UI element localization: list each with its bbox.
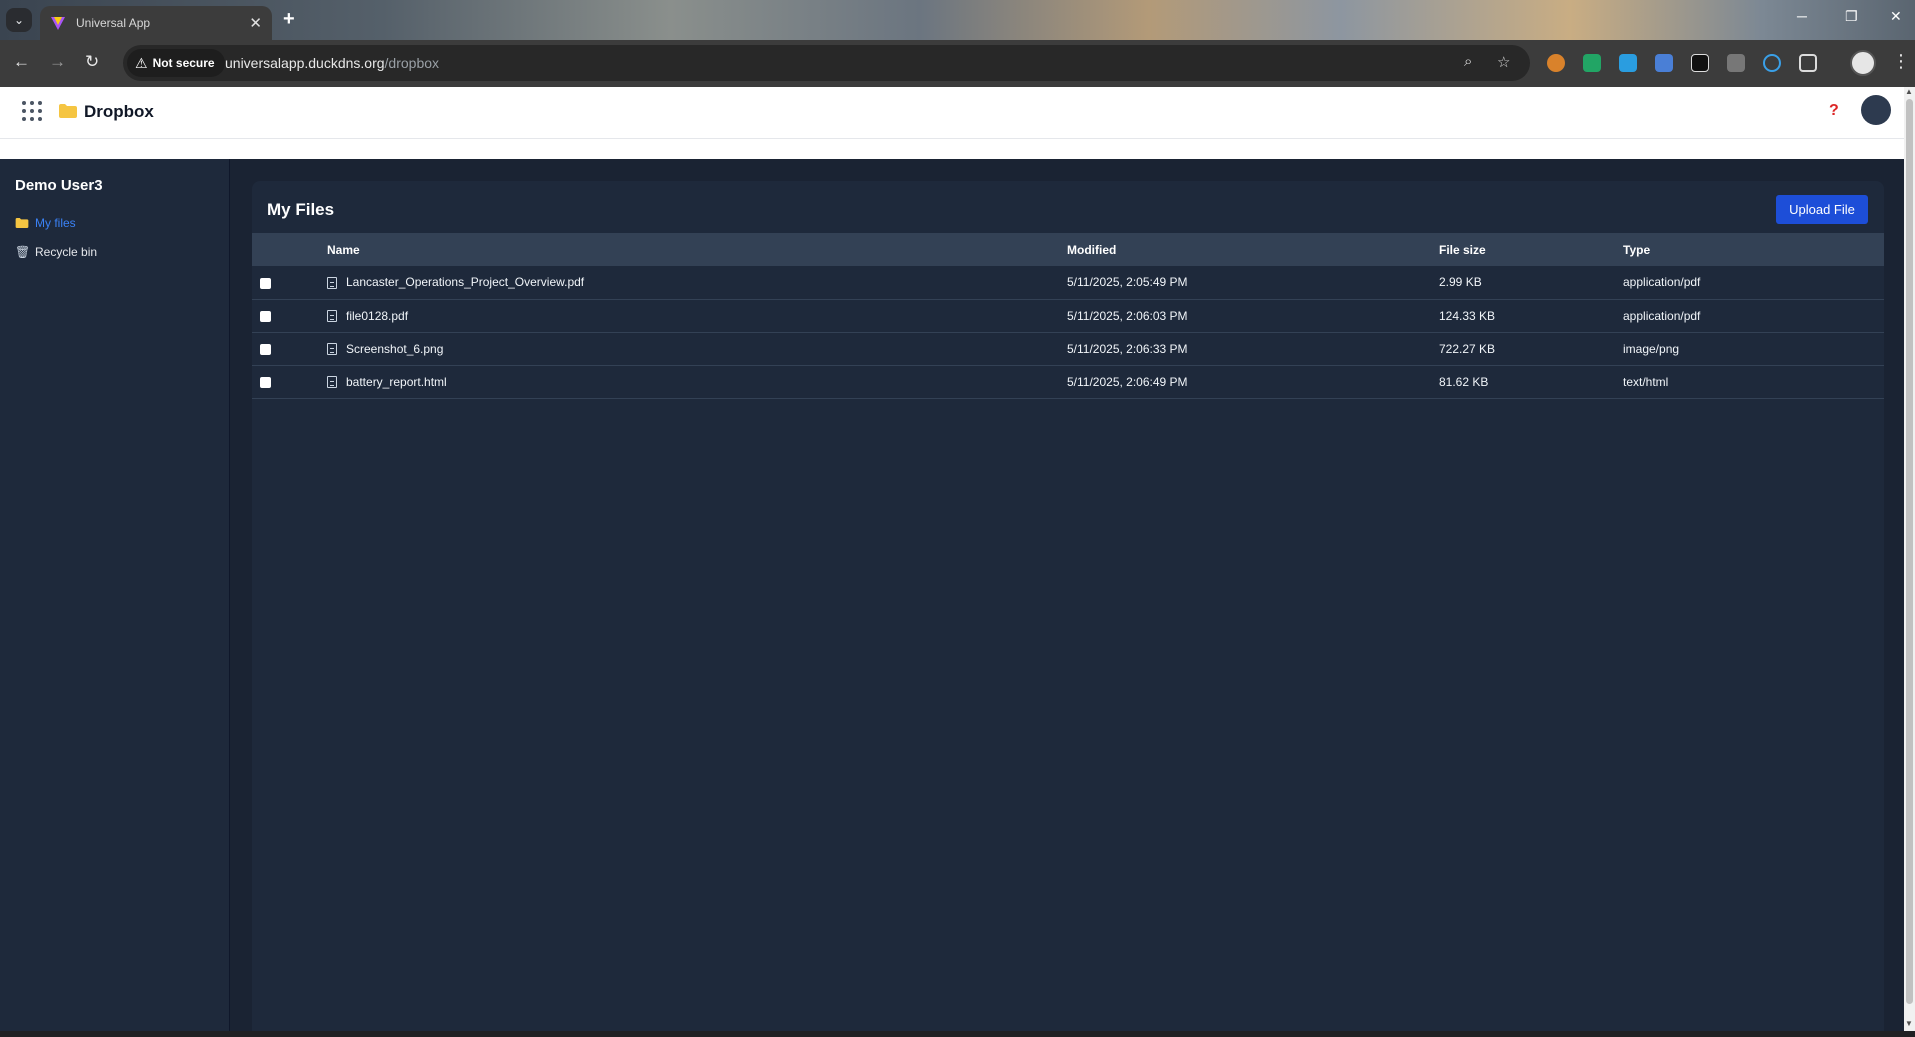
extension-translate-icon[interactable] [1655,54,1673,72]
address-bar[interactable]: ⚠ Not secure universalapp.duckdns.org/dr… [123,45,1530,81]
extension-c-icon[interactable] [1763,54,1781,72]
file-modified: 5/11/2025, 2:06:33 PM [1067,341,1188,356]
file-icon [327,277,337,290]
file-size: 722.27 KB [1439,341,1496,356]
file-type: image/png [1623,341,1680,356]
app-title: Dropbox [84,102,154,121]
restore-icon[interactable]: ❐ [1845,8,1858,25]
extension-glasses-icon[interactable] [1691,54,1709,72]
sidebar-item-label: My files [35,216,76,230]
select-column-header [252,233,327,266]
sidebar-user-name: Demo User3 [15,177,103,194]
zoom-icon[interactable]: ⌕ [1464,53,1472,70]
browser-profile-avatar[interactable] [1850,50,1876,76]
tab-search-button[interactable]: ⌄ [6,8,32,32]
new-tab-button[interactable]: + [283,8,295,31]
app-header: Dropbox ? [0,87,1904,139]
trash-icon: 🗑 [15,245,31,259]
forward-arrow-icon[interactable]: → [49,52,66,72]
row-checkbox[interactable] [260,376,271,388]
warning-icon: ⚠ [135,54,148,71]
table-row[interactable]: Lancaster_Operations_Project_Overview.pd… [252,266,1884,299]
extension-cookie-icon[interactable] [1547,54,1565,72]
files-panel: My Files Upload File Name Modified File … [252,181,1884,1031]
page-scrollbar[interactable]: ▲ ▼ [1904,87,1915,1031]
file-modified: 5/11/2025, 2:06:49 PM [1067,374,1188,389]
scroll-down-arrow-icon[interactable]: ▼ [1905,1019,1913,1028]
file-size: 124.33 KB [1439,308,1496,323]
file-modified: 5/11/2025, 2:06:03 PM [1067,308,1188,323]
header-spacer [0,139,1904,159]
table-row[interactable]: file0128.pdf 5/11/2025, 2:06:03 PM 124.3… [252,299,1884,332]
url-text[interactable]: universalapp.duckdns.org/dropbox [225,55,439,71]
file-type: application/pdf [1623,275,1701,290]
tab-title: Universal App [76,16,151,30]
scroll-up-arrow-icon[interactable]: ▲ [1905,87,1913,96]
file-name[interactable]: Screenshot_6.png [346,342,443,356]
file-name[interactable]: file0128.pdf [346,309,408,323]
column-header-file-size[interactable]: File size [1439,233,1623,266]
minimize-icon[interactable]: ─ [1797,8,1807,24]
app-logo-icon [51,17,65,30]
browser-tab[interactable]: Universal App ✕ [40,6,272,40]
column-header-name[interactable]: Name [327,233,1067,266]
window-close-icon[interactable]: ✕ [1890,8,1902,25]
page-title: My Files [267,200,335,219]
main-content: My Files Upload File Name Modified File … [230,159,1904,1031]
file-icon [327,343,337,356]
reload-icon[interactable]: ↻ [85,52,99,72]
avatar[interactable] [1861,95,1891,125]
file-type: application/pdf [1623,308,1701,323]
window-bottom-edge [0,1031,1915,1037]
chevron-down-icon: ⌄ [13,13,25,27]
sidebar-item-label: Recycle bin [35,245,98,259]
browser-toolbar: ← → ↻ ⚠ Not secure universalapp.duckdns.… [0,40,1915,87]
row-checkbox[interactable] [260,310,271,322]
file-size: 2.99 KB [1439,275,1482,290]
column-header-modified[interactable]: Modified [1067,233,1439,266]
extension-window-icon[interactable] [1727,54,1745,72]
folder-icon [15,218,29,228]
security-indicator[interactable]: ⚠ Not secure [127,49,225,77]
sidebar-item-my-files[interactable]: My files [15,214,76,232]
column-header-type[interactable]: Type [1623,233,1884,266]
back-arrow-icon[interactable]: ← [13,52,30,72]
file-type: text/html [1623,374,1669,389]
file-modified: 5/11/2025, 2:05:49 PM [1067,275,1188,290]
file-name[interactable]: battery_report.html [346,375,447,389]
row-checkbox[interactable] [260,277,271,289]
file-size: 81.62 KB [1439,374,1489,389]
app-launcher-icon[interactable] [22,101,42,121]
security-label: Not secure [152,56,215,70]
files-table: Name Modified File size Type Lancaster_O… [252,233,1884,399]
browser-tab-strip: ⌄ Universal App ✕ + ─ ❐ ✕ [0,0,1915,40]
help-icon[interactable]: ? [1829,102,1839,120]
url-host: universalapp.duckdns.org [225,55,385,71]
bookmark-star-icon[interactable]: ☆ [1497,53,1510,71]
row-checkbox[interactable] [260,343,271,355]
extension-sliders-icon[interactable] [1619,54,1637,72]
sidebar: Demo User3 My files 🗑 Recycle bin [0,159,230,1031]
folder-icon [59,104,77,118]
file-icon [327,310,337,323]
url-path: /dropbox [384,55,440,71]
browser-menu-icon[interactable]: ⋮ [1892,51,1910,72]
table-row[interactable]: Screenshot_6.png 5/11/2025, 2:06:33 PM 7… [252,332,1884,365]
upload-file-button[interactable]: Upload File [1776,195,1868,224]
table-header-row: Name Modified File size Type [252,233,1884,266]
table-row[interactable]: battery_report.html 5/11/2025, 2:06:49 P… [252,365,1884,398]
tab-close-icon[interactable]: ✕ [249,14,262,32]
extensions-puzzle-icon[interactable] [1799,54,1817,72]
sidebar-item-recycle-bin[interactable]: 🗑 Recycle bin [15,243,97,261]
file-name[interactable]: Lancaster_Operations_Project_Overview.pd… [346,275,584,289]
file-icon [327,376,337,389]
scrollbar-thumb[interactable] [1906,99,1913,1004]
extension-folder-icon[interactable] [1583,54,1601,72]
